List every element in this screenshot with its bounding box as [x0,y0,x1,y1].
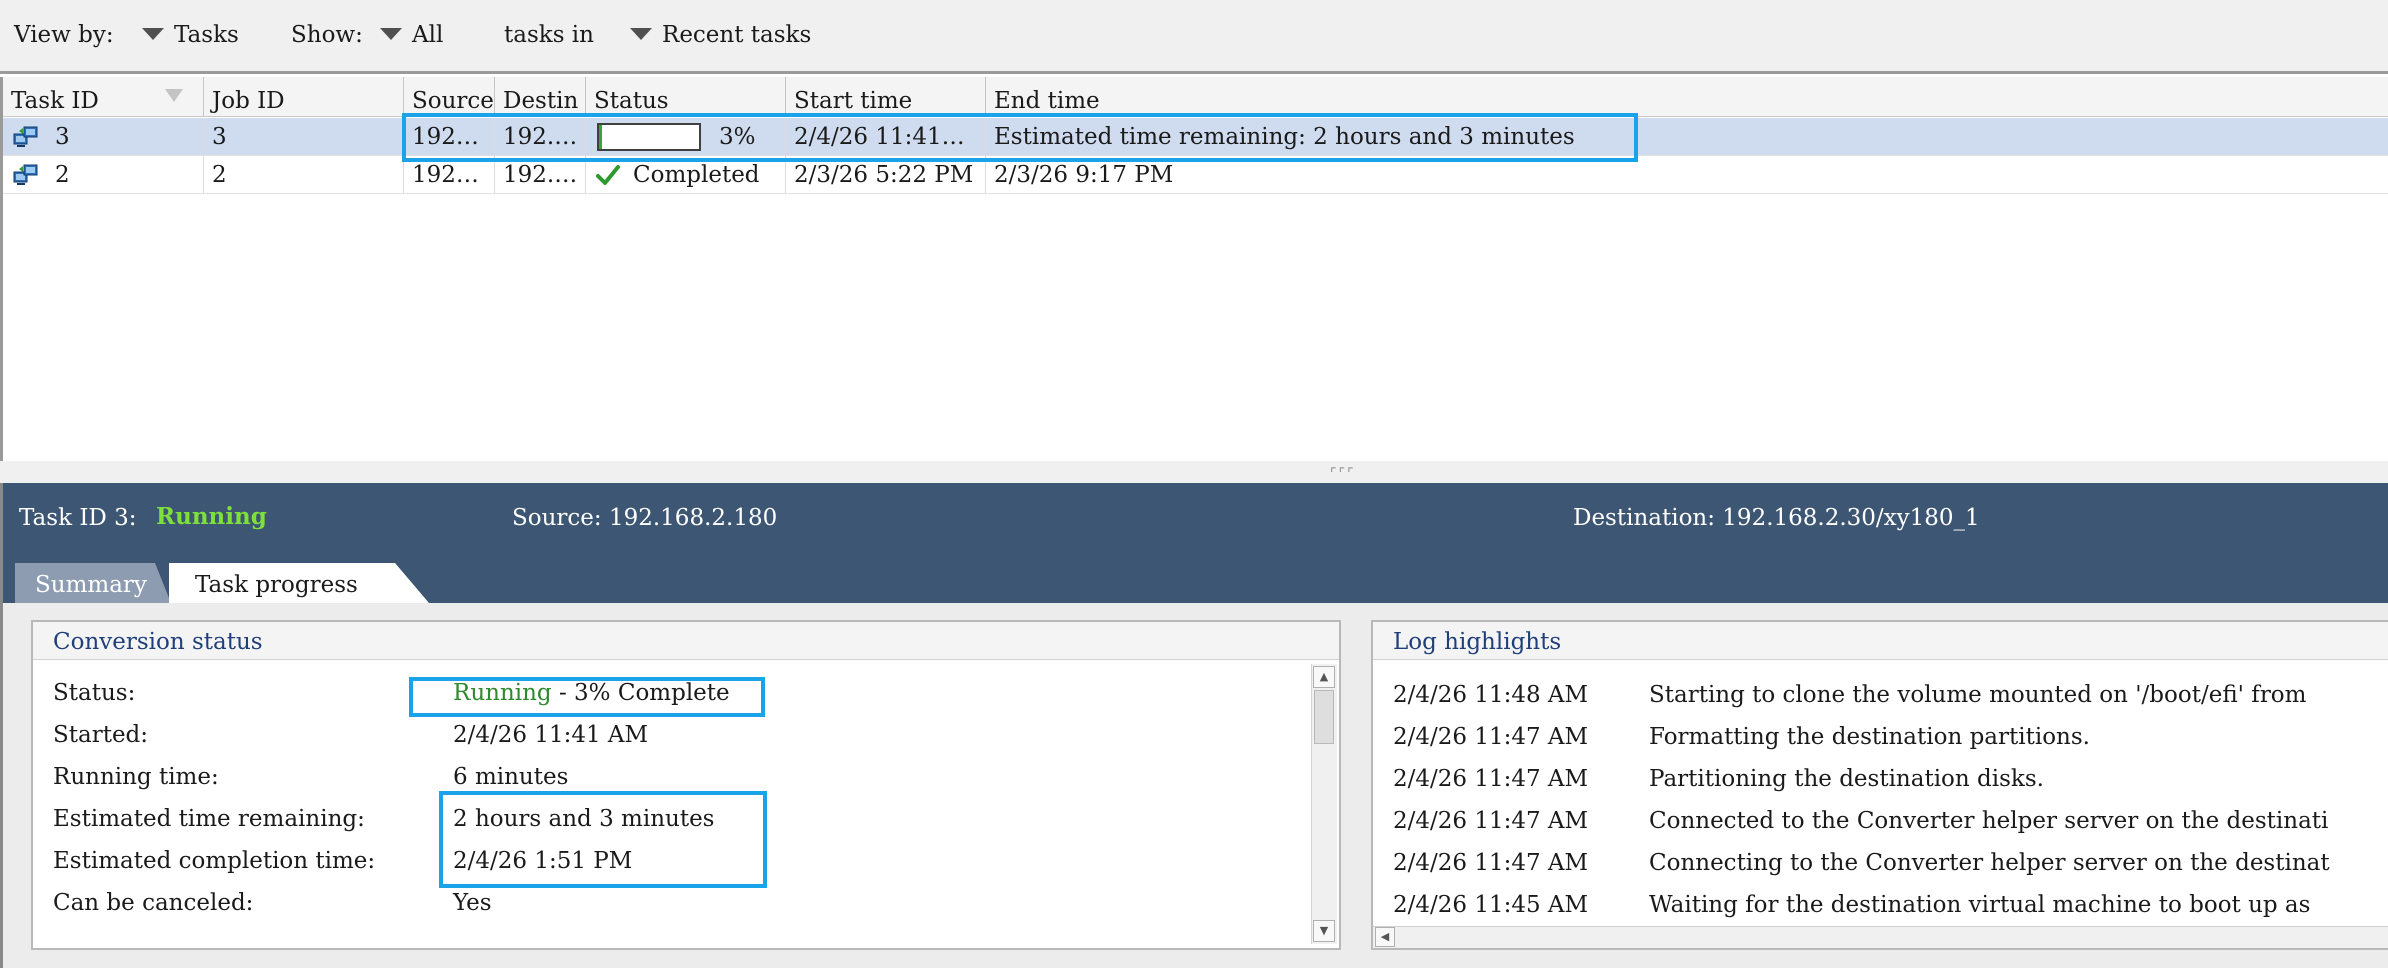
show-dropdown[interactable]: All [380,22,443,48]
column-header-task-id[interactable]: Task ID [3,77,204,117]
log-list: 2/4/26 11:48 AM Starting to clone the vo… [1373,662,2388,926]
running-time-label: Running time: [53,764,219,790]
destination-info: Destination: 192.168.2.30/xy180_1 [1573,505,1980,531]
task-list-header: Task ID Job ID Source Destin Status Star… [3,77,2388,117]
conversion-scrollbar[interactable]: ▲ ▼ [1311,664,1337,944]
started-label: Started: [53,722,149,748]
view-by-value: Tasks [174,22,239,48]
tab-summary[interactable]: Summary [15,563,171,603]
grip-handle-icon: ⌜⌜⌜ [1330,466,1356,482]
conversion-status-box: Conversion status Status: Running - 3% C… [31,620,1341,950]
column-header-destination[interactable]: Destin [495,77,586,117]
column-header-job-id[interactable]: Job ID [204,77,404,117]
completion-time-label: Estimated completion time: [53,848,376,874]
chevron-down-icon [630,28,652,40]
scroll-up-button[interactable]: ▲ [1313,666,1335,688]
source-info: Source: 192.168.2.180 [512,505,778,531]
task-label: Task ID 3: [19,505,137,531]
scroll-thumb[interactable] [1314,690,1334,744]
tasks-in-dropdown[interactable]: Recent tasks [630,22,811,48]
log-time: 2/4/26 11:47 AM [1393,808,1589,834]
conversion-status-title: Conversion status [33,622,1339,660]
log-horizontal-scrollbar[interactable]: ◀ [1373,926,2388,948]
panel-splitter[interactable]: ⌜⌜⌜ [0,461,2388,483]
log-time: 2/4/26 11:47 AM [1393,850,1589,876]
can-cancel-value: Yes [453,890,492,916]
checkmark-icon [596,165,620,185]
column-header-label: Task ID [11,88,99,114]
can-cancel-label: Can be canceled: [53,890,254,916]
cell-task-id: 3 [47,118,204,156]
log-highlights-title: Log highlights [1373,622,2388,660]
running-time-value: 6 minutes [453,764,569,790]
log-message: Connected to the Converter helper server… [1649,808,2329,834]
log-time: 2/4/26 11:47 AM [1393,766,1589,792]
column-header-status[interactable]: Status [586,77,786,117]
task-detail-panel: Task ID 3: Running Source: 192.168.2.180… [0,483,2388,968]
conversion-task-icon [13,126,38,147]
sort-descending-icon [165,89,183,102]
log-time: 2/4/26 11:45 AM [1393,892,1589,918]
view-by-label: View by: [14,22,114,48]
scroll-down-button[interactable]: ▼ [1313,920,1335,942]
log-message: Waiting for the destination virtual mach… [1649,892,2311,918]
chevron-down-icon [380,28,402,40]
log-message: Connecting to the Converter helper serve… [1649,850,2330,876]
tasks-in-label: tasks in [504,22,594,48]
scroll-left-button[interactable]: ◀ [1375,927,1395,947]
task-state: Running [156,503,267,530]
column-header-source[interactable]: Source [404,77,495,117]
log-message: Starting to clone the volume mounted on … [1649,682,2307,708]
cell-task-id: 2 [47,156,204,194]
column-header-start-time[interactable]: Start time [786,77,986,117]
show-value: All [412,22,444,48]
show-label: Show: [291,22,363,48]
log-time: 2/4/26 11:48 AM [1393,682,1589,708]
highlight-box [409,677,765,717]
task-list: Task ID Job ID Source Destin Status Star… [0,77,2388,461]
cell-job-id: 2 [204,156,404,194]
toolbar: View by: Tasks Show: All tasks in Recent… [0,0,2388,74]
status-label: Status: [53,680,136,706]
tab-task-progress[interactable]: Task progress [169,563,429,603]
log-message: Partitioning the destination disks. [1649,766,2044,792]
highlight-box [439,791,767,888]
conversion-task-icon [13,164,38,185]
log-time: 2/4/26 11:47 AM [1393,724,1589,750]
view-by-dropdown[interactable]: Tasks [142,22,239,48]
tab-content: Conversion status Status: Running - 3% C… [3,603,2388,968]
tasks-in-value: Recent tasks [662,22,812,48]
cell-job-id: 3 [204,118,404,156]
log-message: Formatting the destination partitions. [1649,724,2090,750]
chevron-down-icon [142,28,164,40]
time-remaining-label: Estimated time remaining: [53,806,365,832]
log-highlights-box: Log highlights 2/4/26 11:48 AM Starting … [1371,620,2388,950]
started-value: 2/4/26 11:41 AM [453,722,649,748]
highlight-box [402,113,1638,162]
column-header-end-time[interactable]: End time [986,77,2388,117]
